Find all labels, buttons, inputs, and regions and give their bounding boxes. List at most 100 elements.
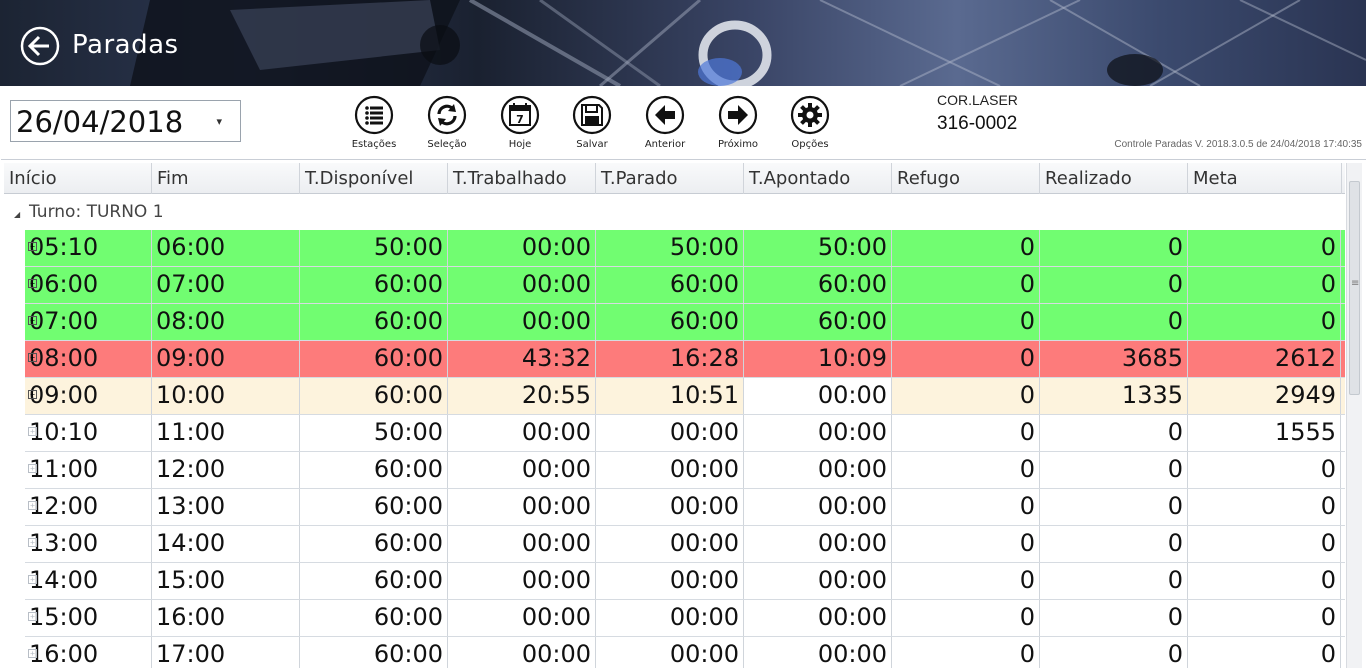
cell-meta[interactable]: 0	[1188, 267, 1341, 303]
cell-meta[interactable]: 1555	[1188, 415, 1341, 451]
cell-t-parado[interactable]: 00:00	[596, 600, 744, 636]
cell-fim[interactable]: 10:00	[152, 378, 300, 414]
cell-refugo[interactable]: 0	[892, 526, 1040, 562]
cell-t-apontado[interactable]: 00:00	[744, 600, 892, 636]
cell-t-apontado[interactable]: 00:00	[744, 415, 892, 451]
cell-realizado[interactable]: 0	[1040, 267, 1188, 303]
cell-realizado[interactable]: 0	[1040, 600, 1188, 636]
cell-meta[interactable]: 0	[1188, 563, 1341, 599]
table-row[interactable]: +14:00 15:00 60:00 00:00 00:00 00:00 0 0 0	[25, 563, 1345, 600]
cell-t-apontado[interactable]: 00:00	[744, 526, 892, 562]
expand-plus-icon[interactable]: +	[28, 575, 37, 584]
cell-fim[interactable]: 07:00	[152, 267, 300, 303]
cell-inicio[interactable]: +13:00	[25, 526, 152, 562]
cell-realizado[interactable]: 1335	[1040, 378, 1188, 414]
expand-plus-icon[interactable]: +	[28, 242, 37, 251]
expand-plus-icon[interactable]: +	[28, 279, 37, 288]
cell-fim[interactable]: 15:00	[152, 563, 300, 599]
cell-refugo[interactable]: 0	[892, 230, 1040, 266]
table-row[interactable]: +06:00 07:00 60:00 00:00 60:00 60:00 0 0 0	[25, 267, 1345, 304]
group-row-turno[interactable]: ◢ Turno: TURNO 1	[4, 196, 1345, 230]
table-row[interactable]: +16:00 17:00 60:00 00:00 00:00 00:00 0 0 0	[25, 637, 1345, 668]
cell-inicio[interactable]: +05:10	[25, 230, 152, 266]
cell-meta[interactable]: 0	[1188, 489, 1341, 525]
back-button[interactable]	[20, 26, 60, 66]
cell-t-apontado[interactable]: 50:00	[744, 230, 892, 266]
table-row[interactable]: +05:10 06:00 50:00 00:00 50:00 50:00 0 0 0	[25, 230, 1345, 267]
cell-refugo[interactable]: 0	[892, 378, 1040, 414]
column-header-fim[interactable]: Fim	[152, 163, 300, 194]
cell-t-parado[interactable]: 00:00	[596, 637, 744, 668]
cell-inicio[interactable]: +12:00	[25, 489, 152, 525]
cell-t-parado[interactable]: 50:00	[596, 230, 744, 266]
column-header-refugo[interactable]: Refugo	[892, 163, 1040, 194]
cell-t-disponivel[interactable]: 60:00	[300, 452, 448, 488]
cell-t-parado[interactable]: 00:00	[596, 415, 744, 451]
cell-t-parado[interactable]: 60:00	[596, 267, 744, 303]
cell-t-trabalhado[interactable]: 00:00	[448, 600, 596, 636]
cell-realizado[interactable]: 0	[1040, 415, 1188, 451]
cell-realizado[interactable]: 3685	[1040, 341, 1188, 377]
cell-fim[interactable]: 08:00	[152, 304, 300, 340]
cell-t-apontado[interactable]: 60:00	[744, 304, 892, 340]
cell-fim[interactable]: 09:00	[152, 341, 300, 377]
column-header-t-disponivel[interactable]: T.Disponível	[300, 163, 448, 194]
cell-fim[interactable]: 12:00	[152, 452, 300, 488]
cell-t-trabalhado[interactable]: 00:00	[448, 489, 596, 525]
cell-t-trabalhado[interactable]: 00:00	[448, 563, 596, 599]
cell-t-disponivel[interactable]: 60:00	[300, 267, 448, 303]
opcoes-button[interactable]: Opções	[778, 95, 842, 153]
cell-t-parado[interactable]: 00:00	[596, 526, 744, 562]
cell-t-apontado[interactable]: 00:00	[744, 489, 892, 525]
table-row[interactable]: +11:00 12:00 60:00 00:00 00:00 00:00 0 0 0	[25, 452, 1345, 489]
table-row[interactable]: +12:00 13:00 60:00 00:00 00:00 00:00 0 0 0	[25, 489, 1345, 526]
cell-t-trabalhado[interactable]: 00:00	[448, 267, 596, 303]
cell-t-apontado[interactable]: 60:00	[744, 267, 892, 303]
vertical-scrollbar[interactable]: ≡	[1346, 163, 1362, 668]
cell-inicio[interactable]: +07:00	[25, 304, 152, 340]
cell-realizado[interactable]: 0	[1040, 452, 1188, 488]
cell-meta[interactable]: 2612	[1188, 341, 1341, 377]
cell-t-apontado[interactable]: 00:00	[744, 563, 892, 599]
collapse-triangle-icon[interactable]: ◢	[14, 210, 20, 219]
cell-t-disponivel[interactable]: 60:00	[300, 304, 448, 340]
cell-t-disponivel[interactable]: 60:00	[300, 526, 448, 562]
cell-t-trabalhado[interactable]: 00:00	[448, 637, 596, 668]
cell-t-trabalhado[interactable]: 00:00	[448, 415, 596, 451]
proximo-button[interactable]: Próximo	[706, 95, 770, 153]
cell-meta[interactable]: 0	[1188, 600, 1341, 636]
table-row[interactable]: +09:00 10:00 60:00 20:55 10:51 00:00 0 1335 2949	[25, 378, 1345, 415]
salvar-button[interactable]: Salvar	[560, 95, 624, 153]
cell-realizado[interactable]: 0	[1040, 526, 1188, 562]
cell-inicio[interactable]: +15:00	[25, 600, 152, 636]
cell-t-trabalhado[interactable]: 20:55	[448, 378, 596, 414]
cell-inicio[interactable]: +11:00	[25, 452, 152, 488]
cell-refugo[interactable]: 0	[892, 600, 1040, 636]
table-row[interactable]: +15:00 16:00 60:00 00:00 00:00 00:00 0 0 0	[25, 600, 1345, 637]
cell-realizado[interactable]: 0	[1040, 563, 1188, 599]
cell-t-parado[interactable]: 10:51	[596, 378, 744, 414]
cell-fim[interactable]: 17:00	[152, 637, 300, 668]
cell-t-apontado[interactable]: 00:00	[744, 452, 892, 488]
column-header-t-parado[interactable]: T.Parado	[596, 163, 744, 194]
hoje-button[interactable]: 7 Hoje	[488, 95, 552, 153]
cell-t-trabalhado[interactable]: 43:32	[448, 341, 596, 377]
cell-t-disponivel[interactable]: 50:00	[300, 230, 448, 266]
cell-t-disponivel[interactable]: 60:00	[300, 378, 448, 414]
cell-meta[interactable]: 0	[1188, 304, 1341, 340]
expand-plus-icon[interactable]: +	[28, 427, 37, 436]
cell-realizado[interactable]: 0	[1040, 489, 1188, 525]
table-row[interactable]: +07:00 08:00 60:00 00:00 60:00 60:00 0 0 0	[25, 304, 1345, 341]
cell-t-parado[interactable]: 00:00	[596, 489, 744, 525]
expand-plus-icon[interactable]: +	[28, 649, 37, 658]
cell-inicio[interactable]: +16:00	[25, 637, 152, 668]
cell-t-disponivel[interactable]: 60:00	[300, 341, 448, 377]
cell-t-parado[interactable]: 00:00	[596, 452, 744, 488]
cell-refugo[interactable]: 0	[892, 304, 1040, 340]
cell-refugo[interactable]: 0	[892, 452, 1040, 488]
cell-t-trabalhado[interactable]: 00:00	[448, 452, 596, 488]
column-header-t-trabalhado[interactable]: T.Trabalhado	[448, 163, 596, 194]
cell-refugo[interactable]: 0	[892, 415, 1040, 451]
selecao-button[interactable]: Seleção	[415, 95, 479, 153]
cell-refugo[interactable]: 0	[892, 267, 1040, 303]
